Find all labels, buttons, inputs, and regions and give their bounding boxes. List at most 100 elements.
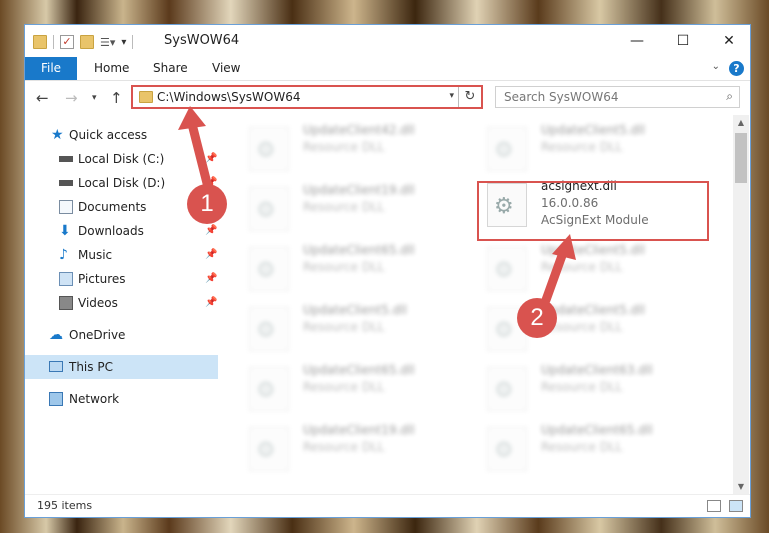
details-view-icon[interactable] — [707, 500, 721, 512]
drive-icon — [59, 156, 73, 162]
file-name: UpdateClient5.dll — [303, 303, 407, 317]
computer-icon — [49, 361, 63, 372]
sidebar-item-onedrive[interactable]: ☁ OneDrive — [25, 323, 218, 347]
large-icons-view-icon[interactable] — [729, 500, 743, 512]
download-arrow-icon: ⬇ — [59, 223, 71, 239]
file-name: UpdateClient65.dll — [303, 363, 415, 377]
file-description: Resource DLL — [303, 320, 385, 334]
quick-access-toolbar: ✓ ☰▾ ▾ — [33, 33, 134, 51]
minimize-button[interactable]: — — [614, 25, 660, 57]
folder-icon[interactable] — [33, 35, 47, 49]
vertical-scrollbar[interactable]: ▲ ▼ — [733, 115, 749, 495]
title-bar: ✓ ☰▾ ▾ SysWOW64 — ☐ ✕ — [25, 25, 750, 57]
dll-file-icon — [249, 187, 289, 231]
list-item[interactable]: UpdateClient63.dll Resource DLL — [481, 361, 701, 413]
file-list: UpdateClient42.dll Resource DLL UpdateCl… — [231, 115, 731, 495]
file-description: Resource DLL — [303, 440, 385, 454]
file-description: Resource DLL — [303, 140, 385, 154]
explorer-window: ✓ ☰▾ ▾ SysWOW64 — ☐ ✕ File Home Share Vi… — [24, 24, 751, 518]
sidebar-item-label: Local Disk (C:) — [78, 152, 165, 166]
sidebar-item-music[interactable]: ♪ Music 📌 — [25, 243, 218, 267]
tab-home[interactable]: Home — [94, 57, 129, 80]
scroll-up-icon[interactable]: ▲ — [733, 115, 749, 131]
pictures-icon — [59, 272, 73, 286]
file-description: Resource DLL — [303, 260, 385, 274]
sidebar-item-pictures[interactable]: Pictures 📌 — [25, 267, 218, 291]
sidebar-item-videos[interactable]: Videos 📌 — [25, 291, 218, 315]
sidebar-item-downloads[interactable]: ⬇ Downloads 📌 — [25, 219, 218, 243]
file-highlight-box — [477, 181, 709, 241]
expand-ribbon-chevron-icon[interactable]: ⌄ — [712, 61, 720, 72]
file-description: Resource DLL — [303, 380, 385, 394]
tab-view[interactable]: View — [212, 57, 240, 80]
file-description: Resource DLL — [541, 380, 623, 394]
back-arrow-icon[interactable]: ← — [36, 89, 49, 107]
dll-file-icon — [249, 307, 289, 351]
dll-file-icon — [249, 127, 289, 171]
dll-file-icon — [487, 367, 527, 411]
dll-file-icon — [249, 427, 289, 471]
file-name: UpdateClient65.dll — [303, 243, 415, 257]
sidebar-item-label: Documents — [78, 200, 147, 214]
file-name: UpdateClient5.dll — [541, 123, 645, 137]
file-name: UpdateClient19.dll — [303, 423, 415, 437]
list-item[interactable]: UpdateClient65.dll Resource DLL — [243, 241, 463, 293]
pin-icon[interactable]: 📌 — [205, 267, 217, 291]
list-item[interactable]: UpdateClient5.dll Resource DLL — [481, 301, 701, 353]
dll-file-icon — [249, 367, 289, 411]
customize-toolbar-chevron-icon[interactable]: ▾ — [121, 37, 126, 48]
maximize-button[interactable]: ☐ — [660, 25, 706, 57]
tab-share[interactable]: Share — [153, 57, 188, 80]
documents-icon — [59, 200, 73, 214]
pin-icon[interactable]: 📌 — [205, 291, 217, 315]
close-button[interactable]: ✕ — [706, 25, 752, 57]
sidebar-item-label: Videos — [78, 296, 118, 310]
sidebar-item-network[interactable]: Network — [25, 387, 218, 411]
properties-icon[interactable]: ✓ — [60, 35, 74, 49]
list-item[interactable]: UpdateClient19.dll Resource DLL — [243, 181, 463, 233]
sidebar-item-label: Music — [78, 248, 113, 262]
list-item[interactable]: UpdateClient5.dll Resource DLL — [481, 121, 701, 173]
up-arrow-icon[interactable]: ↑ — [110, 89, 123, 107]
search-icon[interactable]: ⌕ — [726, 89, 733, 104]
new-folder-icon[interactable] — [80, 35, 94, 49]
address-dropdown-chevron-icon[interactable]: ▾ — [449, 91, 454, 101]
list-item[interactable]: UpdateClient42.dll Resource DLL — [243, 121, 463, 173]
network-icon — [49, 392, 63, 406]
help-icon[interactable]: ? — [729, 61, 744, 76]
status-bar: 195 items — [25, 494, 750, 517]
list-item[interactable]: UpdateClient19.dll Resource DLL — [243, 421, 463, 473]
file-name: UpdateClient42.dll — [303, 123, 415, 137]
toolbar-divider — [53, 35, 54, 49]
list-item[interactable]: UpdateClient65.dll Resource DLL — [243, 361, 463, 413]
forward-arrow-icon[interactable]: → — [65, 89, 78, 107]
list-item[interactable]: UpdateClient65.dll Resource DLL — [481, 421, 701, 473]
recent-locations-chevron-icon[interactable]: ▾ — [92, 93, 97, 103]
drive-icon — [59, 180, 73, 186]
sidebar-item-label: Local Disk (D:) — [78, 176, 166, 190]
folder-icon — [139, 91, 153, 103]
file-description: Resource DLL — [541, 140, 623, 154]
scroll-thumb[interactable] — [735, 133, 747, 183]
file-name: UpdateClient63.dll — [541, 363, 653, 377]
step2-badge: 2 — [517, 298, 557, 338]
file-description: Resource DLL — [303, 200, 385, 214]
search-input[interactable]: Search SysWOW64 — [504, 90, 618, 104]
pin-icon[interactable]: 📌 — [205, 243, 217, 267]
scroll-down-icon[interactable]: ▼ — [733, 479, 749, 495]
item-count: 195 items — [37, 499, 93, 512]
sidebar-item-label: Network — [69, 392, 120, 406]
search-box[interactable]: Search SysWOW64 ⌕ — [495, 86, 740, 108]
tab-file[interactable]: File — [25, 57, 77, 80]
refresh-button[interactable]: ↻ — [458, 87, 481, 107]
sidebar-item-this-pc[interactable]: This PC — [25, 355, 218, 379]
file-name: UpdateClient19.dll — [303, 183, 415, 197]
videos-icon — [59, 296, 73, 310]
list-item[interactable]: UpdateClient5.dll Resource DLL — [481, 241, 701, 293]
dll-file-icon — [249, 247, 289, 291]
ribbon-tabs: File Home Share View ⌄ ? — [25, 57, 750, 81]
view-options-icon[interactable]: ☰▾ — [100, 36, 115, 49]
file-name: UpdateClient65.dll — [541, 423, 653, 437]
list-item[interactable]: UpdateClient5.dll Resource DLL — [243, 301, 463, 353]
sidebar-item-label: Quick access — [69, 128, 148, 142]
